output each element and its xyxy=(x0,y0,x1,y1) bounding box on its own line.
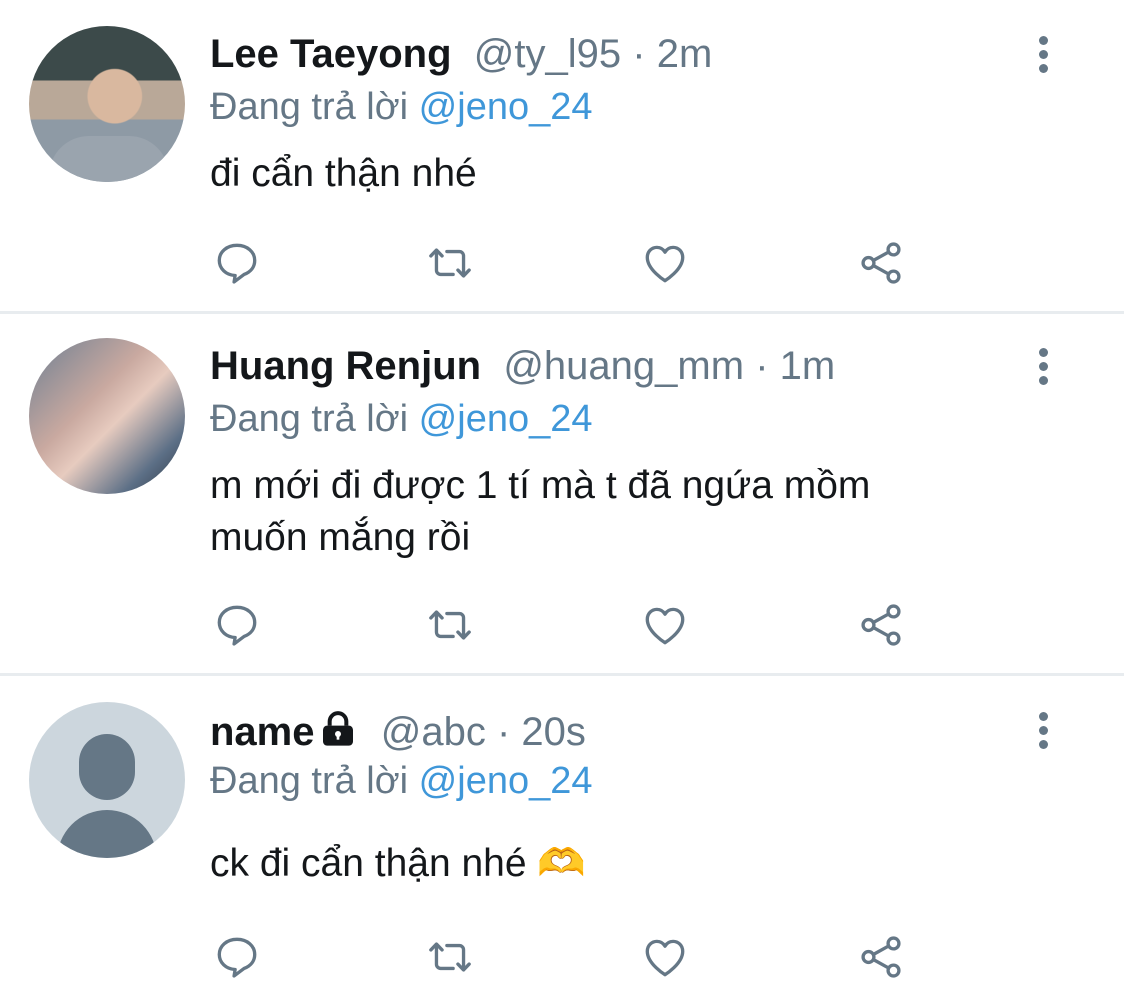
avatar[interactable] xyxy=(29,338,185,494)
action-bar xyxy=(210,238,930,288)
more-icon[interactable] xyxy=(1032,712,1054,754)
reply-prefix: Đang trả lời xyxy=(210,760,409,802)
reply-mention-link[interactable]: @jeno_24 xyxy=(419,398,593,440)
replying-to: Đang trả lời @jeno_24 xyxy=(210,86,593,129)
separator: · xyxy=(632,32,646,76)
tweet-header: name @abc · 20s xyxy=(210,709,586,755)
tweet[interactable]: Lee Taeyong @ty_l95 · 2m Đang trả lời @j… xyxy=(0,0,1124,312)
reply-mention-link[interactable]: @jeno_24 xyxy=(419,760,593,802)
reply-icon[interactable] xyxy=(212,238,262,288)
reply-icon[interactable] xyxy=(212,600,262,650)
tweet-header: Lee Taeyong @ty_l95 · 2m xyxy=(210,32,712,77)
display-name[interactable]: Huang Renjun xyxy=(210,344,481,388)
more-icon[interactable] xyxy=(1032,36,1054,78)
display-name[interactable]: name xyxy=(210,710,315,754)
timestamp[interactable]: 2m xyxy=(657,32,713,76)
share-icon[interactable] xyxy=(856,238,906,288)
replying-to: Đang trả lời @jeno_24 xyxy=(210,398,593,441)
timestamp[interactable]: 20s xyxy=(521,710,586,754)
tweet-text: đi cẩn thận nhé xyxy=(210,152,477,195)
separator: · xyxy=(755,344,769,388)
default-avatar[interactable] xyxy=(29,702,185,858)
reply-prefix: Đang trả lời xyxy=(210,86,409,128)
handle[interactable]: @ty_l95 xyxy=(474,32,621,76)
avatar-head-shape xyxy=(79,734,135,800)
retweet-icon[interactable] xyxy=(425,600,475,650)
tweet-header: Huang Renjun @huang_mm · 1m xyxy=(210,344,835,389)
like-icon[interactable] xyxy=(640,932,690,982)
action-bar xyxy=(210,600,930,650)
tweet-text: m mới đi được 1 tí mà t đã ngứa mồm muốn… xyxy=(210,464,871,559)
share-icon[interactable] xyxy=(856,932,906,982)
reply-prefix: Đang trả lời xyxy=(210,398,409,440)
avatar-body-shape xyxy=(57,810,157,858)
action-bar xyxy=(210,932,930,982)
tweet[interactable]: Huang Renjun @huang_mm · 1m Đang trả lời… xyxy=(0,314,1124,674)
tweet[interactable]: name @abc · 20s Đang trả lời @jeno_24 ck… xyxy=(0,676,1124,987)
separator: · xyxy=(496,710,511,754)
handle[interactable]: @abc xyxy=(381,710,486,754)
lock-icon xyxy=(317,709,359,749)
avatar[interactable] xyxy=(29,26,185,182)
share-icon[interactable] xyxy=(856,600,906,650)
retweet-icon[interactable] xyxy=(425,932,475,982)
more-icon[interactable] xyxy=(1032,348,1054,390)
display-name[interactable]: Lee Taeyong xyxy=(210,32,452,76)
replying-to: Đang trả lời @jeno_24 xyxy=(210,760,593,803)
tweet-text: ck đi cẩn thận nhé 🫶 xyxy=(210,842,586,885)
reply-icon[interactable] xyxy=(212,932,262,982)
like-icon[interactable] xyxy=(640,600,690,650)
timestamp[interactable]: 1m xyxy=(780,344,836,388)
handle[interactable]: @huang_mm xyxy=(503,344,744,388)
like-icon[interactable] xyxy=(640,238,690,288)
retweet-icon[interactable] xyxy=(425,238,475,288)
reply-mention-link[interactable]: @jeno_24 xyxy=(419,86,593,128)
